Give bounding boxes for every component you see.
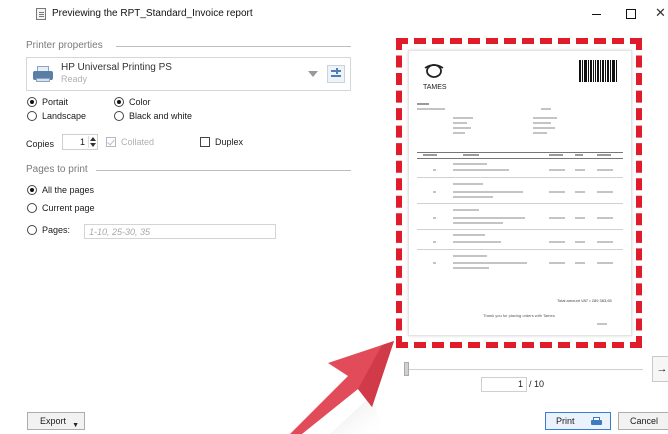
company-logo-icon [424, 64, 444, 78]
chevron-down-icon[interactable] [305, 65, 321, 83]
invoice-total: Total amount VAT • 289 383,65 [557, 298, 612, 303]
collated-label: Collated [121, 137, 155, 147]
portrait-label: Portait [42, 97, 69, 107]
title-bar: Previewing the RPT_Standard_Invoice repo… [0, 0, 668, 28]
print-label: Print [556, 416, 575, 426]
pages-range-input[interactable]: 1-10, 25-30, 35 [84, 224, 276, 239]
duplex-label: Duplex [215, 137, 244, 147]
maximize-button[interactable] [626, 9, 636, 19]
pages-range-option[interactable]: Pages: [27, 225, 70, 235]
landscape-label: Landscape [42, 111, 87, 121]
pages-range-radio[interactable] [27, 225, 37, 235]
company-logo-text: TAMES [423, 84, 447, 91]
current-page-option[interactable]: Current page [27, 203, 95, 213]
collated-option: Collated [106, 137, 154, 147]
printer-icon [33, 66, 53, 82]
duplex-option[interactable]: Duplex [200, 137, 243, 147]
duplex-checkbox[interactable] [200, 137, 210, 147]
current-page-radio[interactable] [27, 203, 37, 213]
print-button[interactable]: Print [545, 412, 611, 430]
landscape-option[interactable]: Landscape [27, 111, 86, 121]
copies-stepper[interactable]: 1 [62, 134, 98, 150]
arrow-right-icon[interactable]: → [652, 356, 668, 382]
collated-checkbox [106, 137, 116, 147]
black-white-label: Black and white [129, 111, 193, 121]
color-option[interactable]: Color [114, 97, 151, 107]
pages-to-print-title: Pages to print [26, 164, 88, 175]
printer-properties-title: Printer properties [26, 40, 103, 51]
all-pages-option[interactable]: All the pages [27, 185, 94, 195]
group-divider [96, 170, 351, 171]
printer-name: HP Universal Printing PS [61, 62, 172, 73]
report-icon [36, 8, 46, 20]
export-label: Export [40, 416, 67, 426]
black-white-radio[interactable] [114, 111, 124, 121]
chevron-down-icon: ▼ [72, 422, 79, 429]
copies-value: 1 [79, 137, 85, 147]
close-button[interactable]: ✕ [655, 5, 666, 21]
landscape-radio[interactable] [27, 111, 37, 121]
minimize-button[interactable] [592, 14, 601, 15]
export-button[interactable]: Export ▼ [27, 412, 85, 430]
portrait-option[interactable]: Portait [27, 97, 68, 107]
all-pages-radio[interactable] [27, 185, 37, 195]
annotation-arrow-icon [290, 341, 394, 434]
spin-arrows-icon[interactable] [88, 136, 96, 148]
color-label: Color [129, 97, 151, 107]
invoice-preview-page: TAMES Total amount VAT • 289 383,65 Than… [408, 50, 632, 336]
page-count: / 10 [529, 379, 545, 389]
current-page-input[interactable]: 1 [481, 377, 527, 392]
current-page-label: Current page [42, 203, 95, 213]
printer-icon [591, 417, 602, 426]
group-divider [116, 46, 351, 47]
all-pages-label: All the pages [42, 185, 95, 195]
cancel-button[interactable]: Cancel [618, 412, 668, 430]
printer-status: Ready [61, 74, 88, 84]
invoice-thanks-note: Thank you for placing orders with Tames [483, 313, 555, 318]
pages-range-label: Pages: [42, 225, 71, 235]
page-slider-track[interactable] [405, 369, 643, 370]
copies-label: Copies [26, 139, 55, 149]
printer-settings-button[interactable] [327, 65, 345, 83]
window-title: Previewing the RPT_Standard_Invoice repo… [52, 8, 253, 19]
portrait-radio[interactable] [27, 97, 37, 107]
black-white-option[interactable]: Black and white [114, 111, 192, 121]
barcode-icon [579, 60, 617, 82]
color-radio[interactable] [114, 97, 124, 107]
printer-selector[interactable]: HP Universal Printing PS Ready [26, 57, 351, 91]
